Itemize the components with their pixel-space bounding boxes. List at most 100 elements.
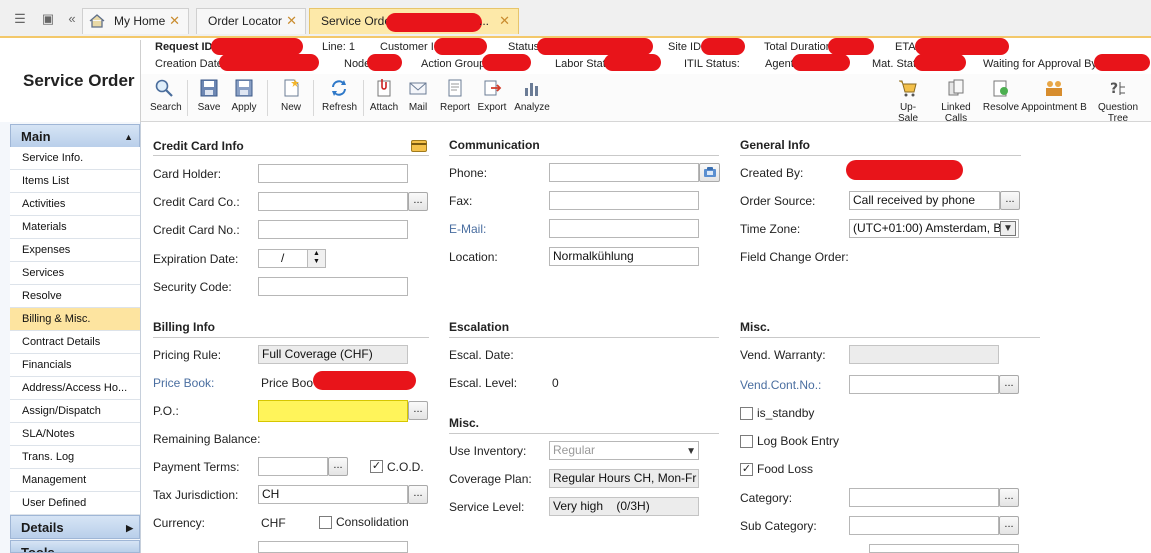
sidebar: Main ▲ Service Info. Items List Activiti… (0, 122, 141, 553)
section-divider (449, 155, 719, 156)
new-button[interactable]: New (278, 78, 304, 113)
page-icon[interactable]: ▣ (40, 11, 56, 27)
sidebar-section-main[interactable]: Main ▲ (10, 124, 140, 148)
order-source-input[interactable]: Call received by phone (849, 191, 1000, 210)
sidebar-item-resolve[interactable]: Resolve (10, 285, 140, 308)
credit-card-company-lookup-button[interactable]: ... (408, 192, 428, 211)
fax-input[interactable] (549, 191, 699, 210)
report-button[interactable]: Report (440, 78, 470, 113)
use-inventory-select[interactable]: Regular ▼ (549, 441, 699, 460)
sidebar-item-materials[interactable]: Materials (10, 216, 140, 239)
vendor-contract-lookup-button[interactable]: ... (999, 375, 1019, 394)
escalation-level-value: 0 (552, 376, 559, 390)
food-loss-checkbox[interactable]: ✓ (740, 463, 753, 476)
cod-checkbox[interactable]: ✓ (370, 460, 383, 473)
tax-jurisdiction-input[interactable]: CH (258, 485, 408, 504)
sidebar-item-management[interactable]: Management (10, 469, 140, 492)
sidebar-item-contract-details[interactable]: Contract Details (10, 331, 140, 354)
card-holder-input[interactable] (258, 164, 408, 183)
price-book-link[interactable]: Price Book: (153, 376, 214, 390)
export-button[interactable]: Export (477, 78, 507, 113)
is-standby-checkbox[interactable] (740, 407, 753, 420)
log-book-entry-checkbox[interactable] (740, 435, 753, 448)
vendor-contract-number-input[interactable] (849, 375, 999, 394)
sidebar-item-billing-misc[interactable]: Billing & Misc. (10, 308, 140, 331)
up-sale-button[interactable]: Up-Sale (890, 78, 926, 124)
sidebar-item-service-info[interactable]: Service Info. (10, 147, 140, 170)
collapse-icon[interactable]: « (64, 11, 80, 27)
spinner-arrows-icon[interactable]: ▲ ▼ (307, 250, 325, 267)
close-icon[interactable]: ✕ (169, 9, 180, 33)
refresh-button[interactable]: Refresh (322, 78, 357, 113)
mail-button[interactable]: Mail (406, 78, 430, 113)
eta-label: ETA (895, 41, 916, 53)
toolbar-label: Mail (408, 102, 428, 113)
resolve-button[interactable]: Resolve (982, 78, 1020, 113)
sidebar-item-services[interactable]: Services (10, 262, 140, 285)
po-lookup-button[interactable]: ... (408, 401, 428, 420)
save-button[interactable]: Save (196, 78, 222, 113)
sidebar-section-tools[interactable]: Tools (10, 540, 140, 553)
sub-category-lookup-button[interactable]: ... (999, 516, 1019, 535)
tab-order-locator[interactable]: Order Locator ✕ (196, 8, 306, 34)
credit-card-number-input[interactable] (258, 220, 408, 239)
category-lookup-button[interactable]: ... (999, 488, 1019, 507)
email-link[interactable]: E-Mail: (449, 222, 486, 236)
attach-button[interactable]: Attach (369, 78, 399, 113)
question-tree-button[interactable]: ? Question Tree (1088, 78, 1148, 124)
coverage-plan-label: Coverage Plan: (449, 472, 532, 486)
tab-my-home[interactable]: My Home ✕ (82, 8, 189, 34)
sidebar-item-activities[interactable]: Activities (10, 193, 140, 216)
tab-service-order[interactable]: Service Order ... ✕ (309, 8, 519, 34)
linked-calls-button[interactable]: Linked Calls (930, 78, 982, 124)
sidebar-item-trans-log[interactable]: Trans. Log (10, 446, 140, 469)
consolidation-checkbox[interactable] (319, 516, 332, 529)
po-input[interactable] (258, 400, 408, 422)
toolbar-label: Analyze (514, 102, 550, 113)
expiration-date-spinner[interactable]: / ▲ ▼ (258, 249, 326, 268)
appointment-button[interactable]: Appointment B (1021, 78, 1087, 113)
escalation-section-title: Escalation (449, 320, 510, 334)
credit-card-company-input[interactable] (258, 192, 408, 211)
sidebar-item-financials[interactable]: Financials (10, 354, 140, 377)
chevron-down-icon[interactable]: ▼ (1000, 221, 1016, 236)
phone-dial-button[interactable] (699, 163, 720, 182)
sidebar-item-address-access[interactable]: Address/Access Ho... (10, 377, 140, 400)
sidebar-item-sla-notes[interactable]: SLA/Notes (10, 423, 140, 446)
category-input[interactable] (849, 488, 999, 507)
vendor-warranty-field (849, 345, 999, 364)
time-zone-select[interactable]: (UTC+01:00) Amsterdam, B ▼ (849, 219, 1019, 238)
sidebar-item-assign-dispatch[interactable]: Assign/Dispatch (10, 400, 140, 423)
sidebar-section-details[interactable]: Details ▶ (10, 515, 140, 539)
total-duration-label: Total Duration (764, 41, 832, 53)
agent-label: Agent (765, 58, 794, 70)
order-source-lookup-button[interactable]: ... (1000, 191, 1020, 210)
floppy-disk-icon (200, 79, 218, 97)
sidebar-item-expenses[interactable]: Expenses (10, 239, 140, 262)
close-icon[interactable]: ✕ (286, 9, 297, 33)
analyze-button[interactable]: Analyze (513, 78, 551, 113)
pricing-rule-label: Pricing Rule: (153, 348, 222, 362)
sidebar-item-user-defined[interactable]: User Defined (10, 492, 140, 515)
location-label: Location: (449, 250, 498, 264)
customer-id-label: Customer ID (380, 41, 442, 53)
phone-input[interactable] (549, 163, 699, 182)
sidebar-item-items-list[interactable]: Items List (10, 170, 140, 193)
security-code-input[interactable] (258, 277, 408, 296)
email-input[interactable] (549, 219, 699, 238)
payment-terms-input[interactable] (258, 457, 328, 476)
close-icon[interactable]: ✕ (499, 9, 510, 33)
tax-jurisdiction-lookup-button[interactable]: ... (408, 485, 428, 504)
payment-terms-lookup-button[interactable]: ... (328, 457, 348, 476)
apply-button[interactable]: Apply (230, 78, 258, 113)
sub-category-input[interactable] (849, 516, 999, 535)
vendor-contract-number-link[interactable]: Vend.Cont.No.: (740, 378, 821, 392)
location-input[interactable]: Normalkühlung (549, 247, 699, 266)
time-zone-value: (UTC+01:00) Amsterdam, B (853, 221, 1002, 235)
tab-label: My Home (114, 14, 166, 28)
list-icon[interactable]: ☰ (12, 11, 28, 27)
search-button[interactable]: Search (150, 78, 182, 113)
partial-input[interactable] (258, 541, 408, 553)
partial-input[interactable] (869, 544, 1019, 553)
toolbar-divider (363, 80, 364, 116)
